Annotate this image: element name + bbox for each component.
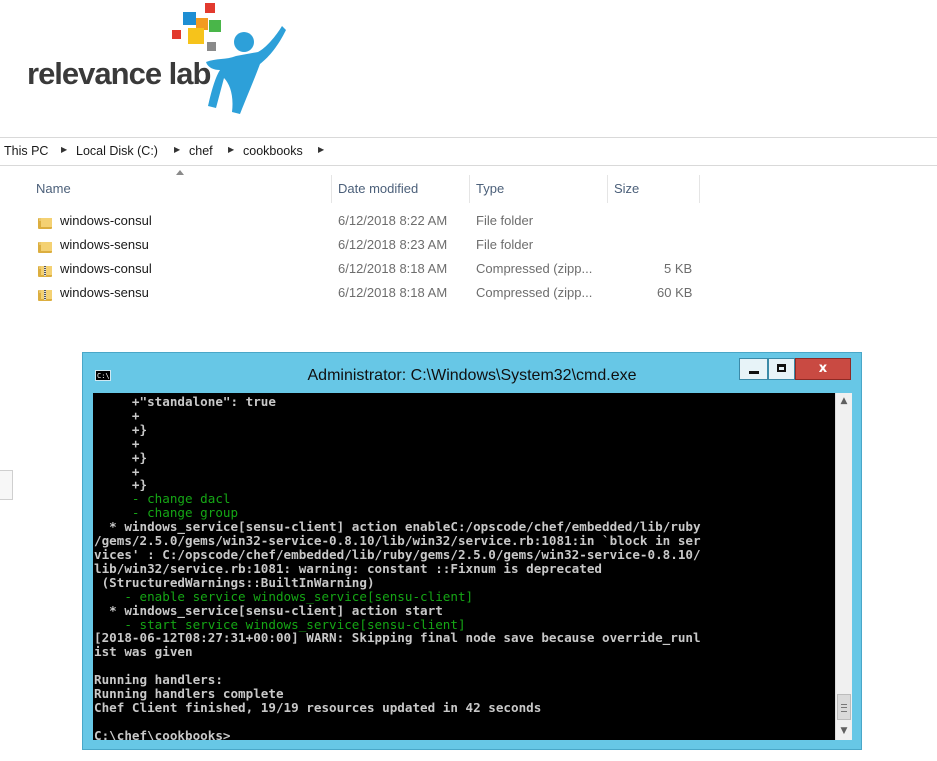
console-output[interactable]: +"standalone": true + +} + +} + +} - cha… bbox=[93, 393, 835, 740]
logo-square-small-red bbox=[172, 30, 181, 39]
console-text: +"standalone": true + +} + +} + +} - cha… bbox=[93, 393, 835, 740]
file-name: windows-sensu bbox=[60, 285, 149, 300]
logo-text: relevance lab bbox=[27, 56, 211, 91]
file-date: 6/12/2018 8:22 AM bbox=[338, 213, 448, 228]
scroll-up-arrow-icon[interactable]: ▲ bbox=[836, 393, 852, 410]
scrollbar-thumb[interactable] bbox=[837, 694, 851, 720]
file-row[interactable]: windows-sensu 6/12/2018 8:18 AM Compress… bbox=[30, 281, 700, 305]
file-size: 5 KB bbox=[664, 261, 693, 276]
console-line: + bbox=[94, 463, 140, 479]
file-row[interactable]: windows-consul 6/12/2018 8:18 AM Compres… bbox=[30, 257, 700, 281]
console-line: (StructuredWarnings::BuiltInWarning) bbox=[94, 574, 375, 590]
chevron-right-icon[interactable]: ▶ bbox=[174, 145, 180, 154]
scroll-down-arrow-icon[interactable]: ▼ bbox=[836, 723, 852, 740]
chevron-right-icon[interactable]: ▶ bbox=[318, 145, 324, 154]
minimize-button[interactable] bbox=[739, 358, 768, 380]
file-name: windows-consul bbox=[60, 261, 152, 276]
column-header-type[interactable]: Type bbox=[470, 175, 608, 203]
console-line: Running handlers complete bbox=[94, 686, 284, 702]
chevron-right-icon[interactable]: ▶ bbox=[61, 145, 67, 154]
vertical-scrollbar[interactable]: ▲ ▼ bbox=[835, 393, 852, 740]
file-date: 6/12/2018 8:18 AM bbox=[338, 285, 448, 300]
console-line: lib/win32/service.rb:1081: warning: cons… bbox=[94, 560, 602, 576]
column-header-name[interactable]: Name bbox=[30, 175, 332, 203]
cmd-window: C:\ Administrator: C:\Windows\System32\c… bbox=[82, 352, 862, 750]
minimize-icon bbox=[749, 371, 759, 374]
maximize-button[interactable] bbox=[768, 358, 795, 380]
file-type: File folder bbox=[476, 213, 534, 228]
folder-icon bbox=[38, 214, 52, 229]
relevance-lab-logo: relevance lab bbox=[0, 0, 300, 125]
zip-folder-icon bbox=[38, 262, 52, 277]
file-type: File folder bbox=[476, 237, 534, 252]
console-line: [2018-06-12T08:27:31+00:00] WARN: Skippi… bbox=[94, 630, 701, 646]
console-line: /gems/2.5.0/gems/win32-service-0.8.10/li… bbox=[94, 533, 701, 549]
console-line: C:\chef\cookbooks> bbox=[94, 727, 231, 740]
console-line: - start service windows_service[sensu-cl… bbox=[94, 616, 466, 632]
chevron-right-icon[interactable]: ▶ bbox=[228, 145, 234, 154]
breadcrumb-cookbooks[interactable]: cookbooks bbox=[243, 144, 303, 158]
file-name: windows-consul bbox=[60, 213, 152, 228]
navigation-pane-edge bbox=[0, 470, 13, 500]
breadcrumb: This PC ▶ Local Disk (C:) ▶ chef ▶ cookb… bbox=[0, 137, 937, 166]
folder-icon bbox=[38, 238, 52, 253]
console-line: +} bbox=[94, 421, 148, 437]
file-date: 6/12/2018 8:18 AM bbox=[338, 261, 448, 276]
console-line: - change group bbox=[94, 505, 239, 521]
console-line: * windows_service[sensu-client] action s… bbox=[94, 602, 443, 618]
console-line: + bbox=[94, 435, 140, 451]
file-name: windows-sensu bbox=[60, 237, 149, 252]
console-line: vices' : C:/opscode/chef/embedded/lib/ru… bbox=[94, 546, 701, 562]
maximize-icon bbox=[777, 364, 786, 372]
file-type: Compressed (zipp... bbox=[476, 261, 593, 276]
breadcrumb-this-pc[interactable]: This PC bbox=[4, 144, 48, 158]
console-line: - change dacl bbox=[94, 491, 231, 507]
logo-square-red bbox=[205, 3, 215, 13]
zip-folder-icon bbox=[38, 286, 52, 301]
console-line: ist was given bbox=[94, 644, 193, 660]
column-header-size[interactable]: Size bbox=[608, 175, 700, 203]
file-type: Compressed (zipp... bbox=[476, 285, 593, 300]
cmd-title-bar[interactable]: C:\ Administrator: C:\Windows\System32\c… bbox=[83, 353, 861, 393]
breadcrumb-chef[interactable]: chef bbox=[189, 144, 213, 158]
file-row[interactable]: windows-consul 6/12/2018 8:22 AM File fo… bbox=[30, 209, 700, 233]
logo-square-blue bbox=[183, 12, 196, 25]
file-row[interactable]: windows-sensu 6/12/2018 8:23 AM File fol… bbox=[30, 233, 700, 257]
console-line: +} bbox=[94, 449, 148, 465]
file-size: 60 KB bbox=[657, 285, 693, 300]
column-header-date-modified[interactable]: Date modified bbox=[332, 175, 470, 203]
breadcrumb-local-disk[interactable]: Local Disk (C:) bbox=[76, 144, 158, 158]
console-line: Chef Client finished, 19/19 resources up… bbox=[94, 699, 542, 715]
console-line: * windows_service[sensu-client] action e… bbox=[94, 519, 701, 535]
console-line: Running handlers: bbox=[94, 672, 223, 688]
console-line: - enable service windows_service[sensu-c… bbox=[94, 588, 474, 604]
console-line: +"standalone": true bbox=[94, 394, 276, 409]
console-line: +} bbox=[94, 477, 148, 493]
file-date: 6/12/2018 8:23 AM bbox=[338, 237, 448, 252]
console-line: + bbox=[94, 407, 140, 423]
close-button[interactable]: x bbox=[795, 358, 851, 380]
